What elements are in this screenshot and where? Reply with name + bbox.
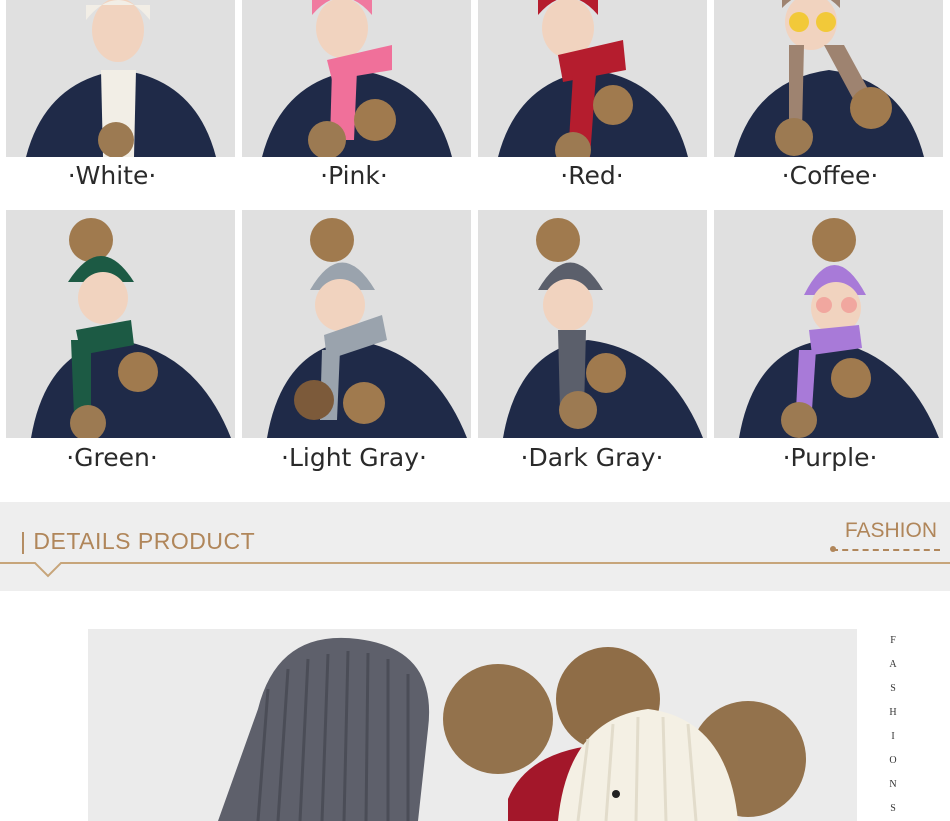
swatch-label-coffee: ·Coffee· [781, 161, 879, 190]
side-letter: A [889, 659, 897, 670]
swatch-label-light-gray: ·Light Gray· [281, 443, 427, 472]
swatch-photo-coffee[interactable] [714, 0, 943, 157]
swatch-photo-white[interactable] [6, 0, 235, 157]
side-letter: I [891, 731, 895, 742]
product-detail-photo [88, 629, 857, 821]
side-letter: S [890, 803, 896, 814]
side-letter: N [889, 779, 897, 790]
details-product-title: | DETAILS PRODUCT [20, 528, 256, 554]
swatch-label-green: ·Green· [66, 443, 158, 472]
color-options-grid: ·White· ·Pink· ·Red· ·Coffee· ·Green· ·L… [0, 0, 950, 502]
side-letter: O [889, 755, 897, 766]
side-letter: H [889, 707, 897, 718]
product-detail-section: F A S H I O N S [0, 591, 950, 821]
swatch-label-white: ·White· [67, 161, 157, 190]
side-letter: F [890, 635, 896, 646]
swatch-label-dark-gray: ·Dark Gray· [520, 443, 664, 472]
chevron-down-icon [34, 562, 62, 578]
divider-line [0, 562, 950, 564]
details-product-band: | DETAILS PRODUCT FASHION [0, 502, 950, 591]
vertical-fashions-text: F A S H I O N S [886, 629, 900, 821]
swatch-photo-pink[interactable] [242, 0, 471, 157]
swatch-photo-red[interactable] [478, 0, 707, 157]
swatch-photo-dark-gray[interactable] [478, 210, 707, 438]
fashion-label: FASHION [844, 519, 937, 542]
swatch-label-red: ·Red· [560, 161, 624, 190]
swatch-label-pink: ·Pink· [320, 161, 388, 190]
fashion-dashed-line [832, 549, 940, 551]
swatch-photo-light-gray[interactable] [242, 210, 471, 438]
swatch-photo-purple[interactable] [714, 210, 943, 438]
swatch-photo-green[interactable] [6, 210, 235, 438]
swatch-label-purple: ·Purple· [782, 443, 878, 472]
side-letter: S [890, 683, 896, 694]
